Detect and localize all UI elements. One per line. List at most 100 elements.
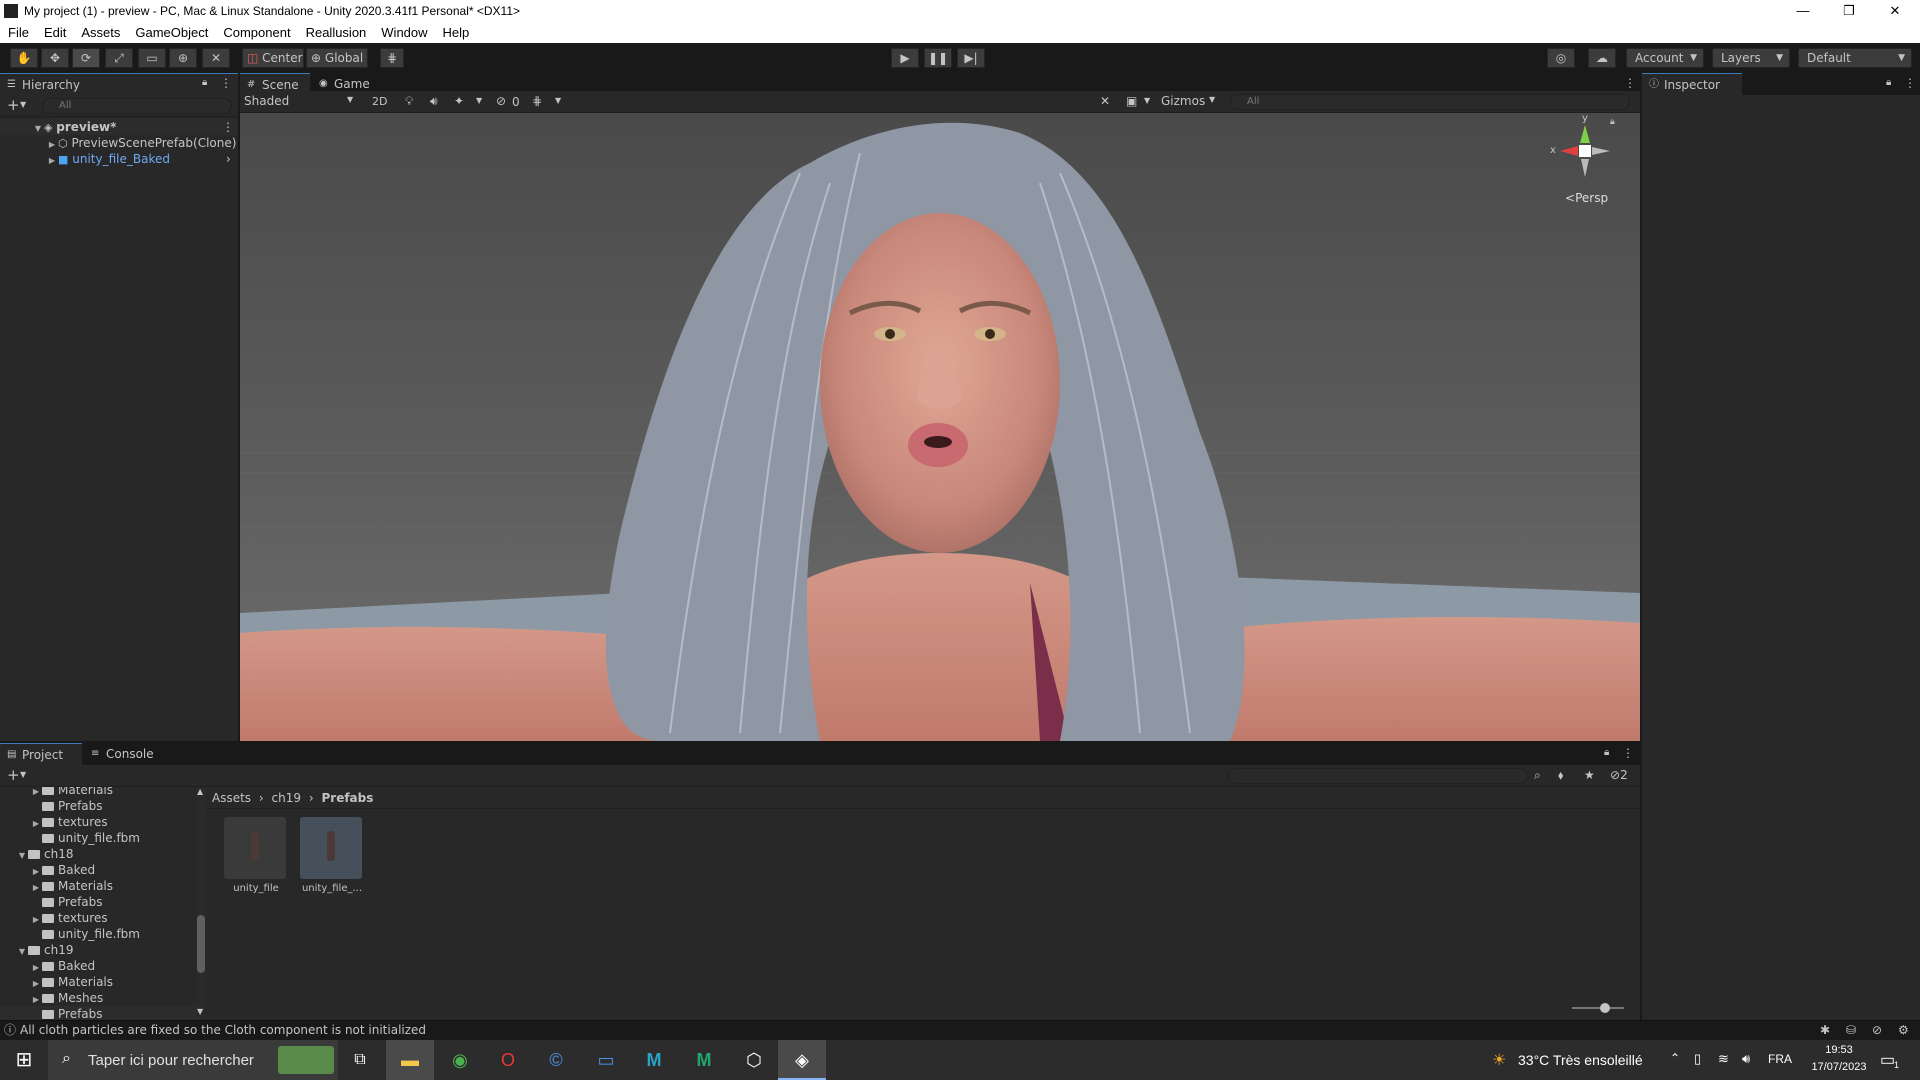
- menu-reallusion[interactable]: Reallusion: [298, 23, 374, 40]
- menu-file[interactable]: File: [0, 23, 36, 40]
- menu-component[interactable]: Component: [215, 23, 297, 40]
- auto-generate-lighting-icon[interactable]: ⊘: [1872, 1021, 1882, 1040]
- pivot-center-toggle[interactable]: ◫ Center: [242, 48, 304, 68]
- tools-icon[interactable]: ✕: [1100, 94, 1110, 108]
- folder-tree-item[interactable]: ▶ Materials: [0, 787, 196, 798]
- unity-hub-icon[interactable]: ⬡: [730, 1040, 778, 1080]
- scene-viewport[interactable]: y x 🔒︎ <Persp: [240, 113, 1640, 741]
- menu-assets[interactable]: Assets: [73, 23, 127, 40]
- clock-time[interactable]: 19:53: [1804, 1044, 1874, 1056]
- add-object-button[interactable]: +: [7, 96, 20, 114]
- scene-search-input[interactable]: All: [1230, 94, 1630, 110]
- menu-gameobject[interactable]: GameObject: [127, 23, 215, 40]
- hierarchy-item[interactable]: ▶ ⬡ PreviewScenePrefab(Clone): [0, 135, 238, 151]
- lighting-toggle-icon[interactable]: 💡︎: [405, 94, 413, 109]
- layers-dropdown[interactable]: Layers ▼: [1712, 48, 1790, 68]
- step-button[interactable]: ▶|: [957, 48, 985, 68]
- folder-tree-item[interactable]: ▶ textures: [0, 910, 196, 926]
- hand-tool-icon[interactable]: ✋: [10, 48, 38, 68]
- transform-tool-icon[interactable]: ⊕: [169, 48, 197, 68]
- asset-tile[interactable]: unity_file: [224, 817, 288, 897]
- tab-inspector[interactable]: ⓘ Inspector: [1642, 73, 1742, 95]
- minimize-button[interactable]: —: [1780, 0, 1826, 23]
- menu-help[interactable]: Help: [435, 23, 477, 40]
- folder-tree-item[interactable]: ▶ Materials: [0, 878, 196, 894]
- project-search-input[interactable]: [1228, 768, 1528, 784]
- tree-scrollbar[interactable]: ▲ ▼: [196, 787, 206, 1020]
- folder-tree-item[interactable]: unity_file.fbm: [0, 830, 196, 846]
- folder-tree-item[interactable]: ▼ ch19: [0, 942, 196, 958]
- chevron-up-icon[interactable]: ⌃: [1670, 1051, 1680, 1065]
- menu-edit[interactable]: Edit: [36, 23, 73, 40]
- folder-tree-item[interactable]: ▼ ch18: [0, 846, 196, 862]
- app-m-green-icon[interactable]: M: [680, 1040, 728, 1080]
- windows-start-icon[interactable]: ⊞: [0, 1040, 48, 1080]
- folder-tree-item[interactable]: Prefabs: [0, 894, 196, 910]
- lock-icon[interactable]: 🔒︎: [202, 77, 207, 88]
- grid-toggle-icon[interactable]: ⋕: [532, 94, 542, 108]
- lock-icon[interactable]: 🔒︎: [1886, 77, 1891, 88]
- scroll-down-icon[interactable]: ▼: [197, 1007, 203, 1016]
- audio-toggle-icon[interactable]: 🔊︎: [430, 94, 438, 109]
- folder-tree-item[interactable]: unity_file.fbm: [0, 926, 196, 942]
- chrome-icon[interactable]: ◉: [436, 1040, 484, 1080]
- toggle-2d-button[interactable]: 2D: [372, 95, 387, 108]
- rotate-tool-icon[interactable]: ⟳: [72, 48, 100, 68]
- app-m-icon[interactable]: M: [630, 1040, 678, 1080]
- grid-snap-icon[interactable]: ⋕: [380, 48, 404, 68]
- expand-arrow-icon[interactable]: ▶: [46, 153, 58, 169]
- folder-tree-item[interactable]: ▶ Baked: [0, 958, 196, 974]
- tab-project[interactable]: ▤ Project: [0, 743, 82, 765]
- space-global-toggle[interactable]: ⊕ Global: [306, 48, 368, 68]
- folder-tree-item[interactable]: Prefabs: [0, 798, 196, 814]
- tab-console[interactable]: ≡ Console: [84, 743, 164, 765]
- progress-icon[interactable]: ⛁: [1846, 1021, 1856, 1040]
- hidden-packages-icon[interactable]: ⊘2: [1610, 768, 1628, 782]
- chevron-down-icon[interactable]: ▼: [555, 96, 561, 105]
- orientation-gizmo[interactable]: y x 🔒︎ <Persp: [1540, 113, 1630, 215]
- breadcrumb-item[interactable]: ch19: [272, 791, 301, 805]
- slider-handle[interactable]: [1600, 1003, 1610, 1013]
- hierarchy-item[interactable]: ▶ ■ unity_file_Baked ›: [0, 151, 238, 167]
- chevron-down-icon[interactable]: ▼: [20, 100, 26, 109]
- favorite-star-icon[interactable]: ★: [1584, 768, 1595, 782]
- folder-tree-item[interactable]: Prefabs: [0, 1006, 196, 1020]
- app-c-icon[interactable]: ©: [532, 1040, 580, 1080]
- collab-icon[interactable]: ◎: [1547, 48, 1575, 68]
- thumbnail-size-slider[interactable]: [1572, 1003, 1624, 1013]
- menu-window[interactable]: Window: [373, 23, 434, 40]
- chevron-down-icon[interactable]: ▼: [20, 770, 26, 779]
- cloud-icon[interactable]: ☁: [1588, 48, 1616, 68]
- volume-icon[interactable]: 🔊︎: [1742, 1051, 1750, 1067]
- search-by-label-icon[interactable]: ⬧: [1558, 768, 1563, 783]
- chevron-down-icon[interactable]: ▼: [476, 96, 482, 105]
- scene-root-row[interactable]: ▼ ◈ preview* ⋮: [0, 119, 238, 135]
- gizmos-dropdown[interactable]: Gizmos ▼: [1161, 94, 1219, 110]
- hierarchy-search-input[interactable]: All: [42, 98, 232, 114]
- camera-icon[interactable]: ▣: [1126, 94, 1137, 108]
- opera-icon[interactable]: O: [484, 1040, 532, 1080]
- unity-editor-icon[interactable]: ◈: [778, 1040, 826, 1080]
- file-explorer-icon[interactable]: ▬: [386, 1040, 434, 1080]
- debug-icon[interactable]: ✱: [1820, 1021, 1830, 1040]
- folder-tree-item[interactable]: ▶ Materials: [0, 974, 196, 990]
- close-button[interactable]: ✕: [1872, 0, 1918, 23]
- account-dropdown[interactable]: Account ▼: [1626, 48, 1704, 68]
- search-by-type-icon[interactable]: ⌕: [1534, 768, 1541, 783]
- clock-date[interactable]: 17/07/2023: [1800, 1061, 1878, 1073]
- lock-icon[interactable]: 🔒︎: [1610, 117, 1615, 127]
- chevron-right-icon[interactable]: ›: [226, 151, 231, 167]
- shading-mode-dropdown[interactable]: Shaded ▼: [244, 94, 356, 110]
- folder-tree-item[interactable]: ▶ textures: [0, 814, 196, 830]
- scroll-up-icon[interactable]: ▲: [197, 787, 203, 796]
- projection-toggle[interactable]: <Persp: [1565, 191, 1608, 205]
- chevron-down-icon[interactable]: ▼: [1144, 96, 1150, 105]
- create-asset-button[interactable]: +: [7, 766, 20, 784]
- taskbar-search-box[interactable]: ⌕ Taper ici pour rechercher: [48, 1040, 338, 1080]
- hidden-objects-icon[interactable]: ⊘: [496, 94, 506, 108]
- mail-icon[interactable]: ▭: [582, 1040, 630, 1080]
- pause-button[interactable]: ❚❚: [924, 48, 952, 68]
- breadcrumb-item[interactable]: Prefabs: [321, 791, 373, 805]
- rect-tool-icon[interactable]: ▭: [138, 48, 166, 68]
- maximize-button[interactable]: ❐: [1826, 0, 1872, 23]
